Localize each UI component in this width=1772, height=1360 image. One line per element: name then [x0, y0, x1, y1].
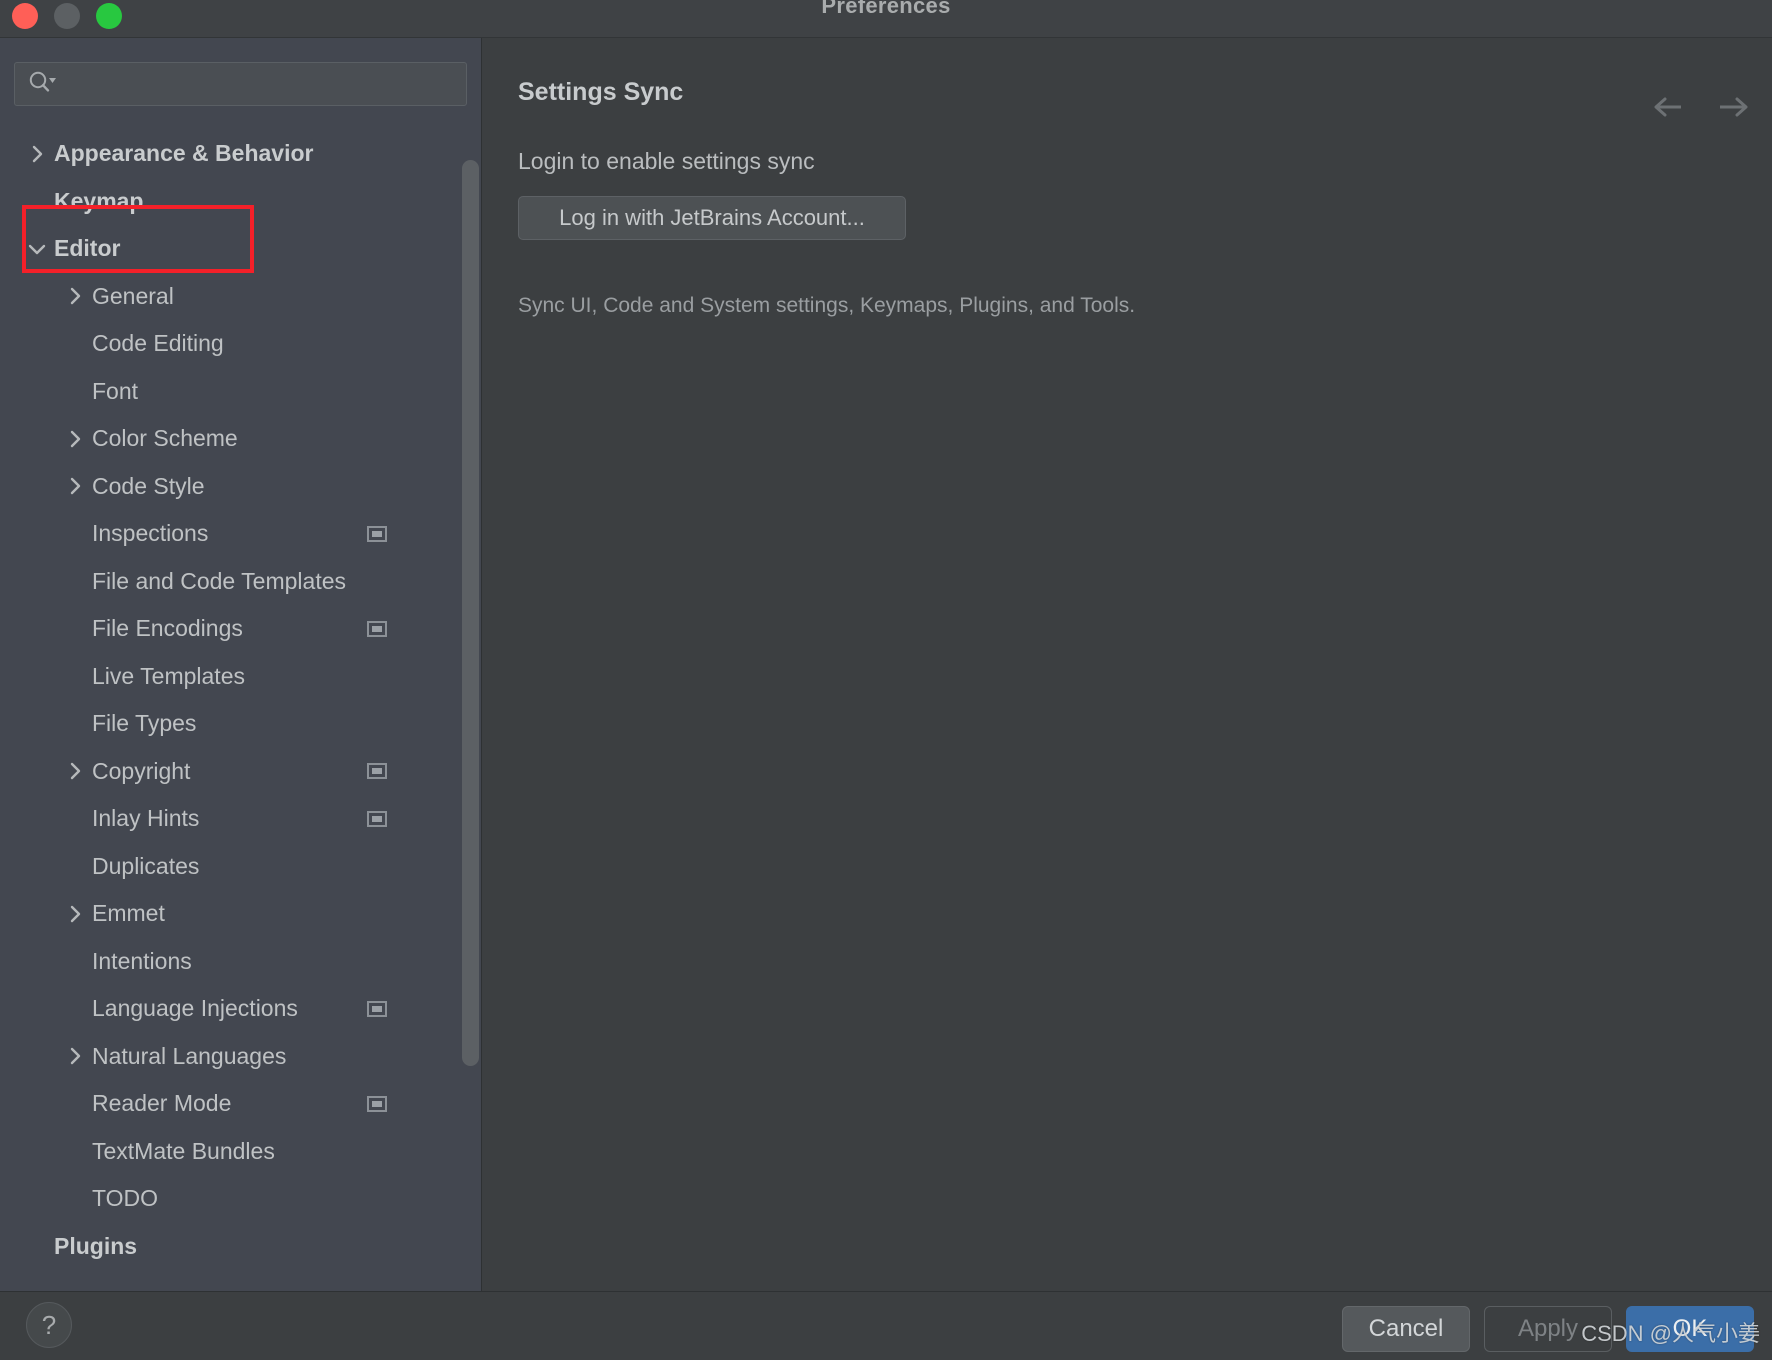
window-title: Preferences: [821, 0, 951, 18]
sync-description-text: Sync UI, Code and System settings, Keyma…: [518, 294, 1136, 317]
tree-item-todo[interactable]: TODO: [0, 1175, 481, 1223]
tree-item-file-types[interactable]: File Types: [0, 700, 481, 748]
chevron-right-icon[interactable]: [64, 475, 86, 497]
tree-item-keymap[interactable]: Keymap: [0, 178, 481, 226]
tree-item-label: Editor: [54, 235, 121, 262]
tree-item-textmate-bundles[interactable]: TextMate Bundles: [0, 1128, 481, 1176]
tree-item-intentions[interactable]: Intentions: [0, 938, 481, 986]
project-scope-icon: [367, 1095, 387, 1112]
apply-button[interactable]: Apply: [1484, 1306, 1612, 1352]
tree-item-duplicates[interactable]: Duplicates: [0, 843, 481, 891]
tree-item-label: Reader Mode: [92, 1090, 232, 1117]
tree-item-label: Code Editing: [92, 330, 224, 357]
tree-item-label: Code Style: [92, 472, 205, 499]
tree-item-reader-mode[interactable]: Reader Mode: [0, 1080, 481, 1128]
chevron-right-icon[interactable]: [64, 428, 86, 450]
cancel-button[interactable]: Cancel: [1342, 1306, 1470, 1352]
tree-item-label: General: [92, 282, 174, 309]
login-prompt-text: Login to enable settings sync: [518, 148, 815, 174]
page-title: Settings Sync: [518, 78, 684, 106]
tree-item-label: Language Injections: [92, 995, 298, 1022]
tree-item-label: Emmet: [92, 900, 165, 927]
tree-item-live-templates[interactable]: Live Templates: [0, 653, 481, 701]
search-input[interactable]: [57, 74, 466, 94]
dialog-bottom-bar: ? Cancel Apply OK: [0, 1291, 1772, 1360]
tree-item-file-encodings[interactable]: File Encodings: [0, 605, 481, 653]
chevron-right-icon[interactable]: [26, 143, 48, 165]
tree-item-inlay-hints[interactable]: Inlay Hints: [0, 795, 481, 843]
sidebar-scrollbar[interactable]: [462, 160, 479, 1066]
tree-item-appearance-behavior[interactable]: Appearance & Behavior: [0, 130, 481, 178]
tree-item-label: Copyright: [92, 757, 191, 784]
tree-item-copyright[interactable]: Copyright: [0, 748, 481, 796]
chevron-right-icon[interactable]: [64, 285, 86, 307]
tree-item-color-scheme[interactable]: Color Scheme: [0, 415, 481, 463]
settings-detail-panel: Settings Sync Login to enable settings s…: [483, 38, 1772, 1291]
chevron-down-icon[interactable]: [26, 238, 48, 260]
chevron-right-icon[interactable]: [64, 903, 86, 925]
tree-item-label: Duplicates: [92, 852, 200, 879]
tree-item-language-injections[interactable]: Language Injections: [0, 985, 481, 1033]
preferences-dialog: Preferences Appearance & Behavior Keymap E…: [0, 0, 1772, 1360]
tree-item-label: Color Scheme: [92, 425, 238, 452]
tree-item-label: File Encodings: [92, 615, 243, 642]
search-icon: [27, 70, 57, 99]
ok-button[interactable]: OK: [1626, 1306, 1754, 1352]
settings-sidebar: Appearance & Behavior Keymap Editor General…: [0, 38, 482, 1291]
settings-tree[interactable]: Appearance & Behavior Keymap Editor General…: [0, 130, 481, 1290]
tree-item-natural-languages[interactable]: Natural Languages: [0, 1033, 481, 1081]
tree-item-label: Live Templates: [92, 662, 245, 689]
tree-item-label: TODO: [92, 1185, 159, 1212]
nav-arrows: [1650, 90, 1752, 124]
tree-item-label: Inlay Hints: [92, 805, 200, 832]
tree-item-editor[interactable]: Editor: [0, 225, 481, 273]
project-scope-icon: [367, 525, 387, 542]
project-scope-icon: [367, 763, 387, 780]
tree-item-label: Keymap: [54, 187, 144, 214]
tree-item-label: Inspections: [92, 520, 209, 547]
tree-item-label: TextMate Bundles: [92, 1137, 275, 1164]
search-box[interactable]: [14, 62, 467, 106]
tree-item-general[interactable]: General: [0, 273, 481, 321]
tree-item-label: Intentions: [92, 947, 192, 974]
tree-item-code-style[interactable]: Code Style: [0, 463, 481, 511]
tree-item-code-editing[interactable]: Code Editing: [0, 320, 481, 368]
search-field-wrapper[interactable]: [14, 62, 467, 106]
tree-item-emmet[interactable]: Emmet: [0, 890, 481, 938]
tree-item-label: Appearance & Behavior: [54, 140, 314, 167]
titlebar: Preferences: [0, 0, 1772, 38]
arrow-left-icon[interactable]: [1650, 90, 1688, 124]
tree-item-font[interactable]: Font: [0, 368, 481, 416]
arrow-right-icon[interactable]: [1714, 90, 1752, 124]
chevron-right-icon[interactable]: [64, 1045, 86, 1067]
tree-item-plugins[interactable]: Plugins: [0, 1223, 481, 1271]
tree-item-file-and-code-templates[interactable]: File and Code Templates: [0, 558, 481, 606]
project-scope-icon: [367, 810, 387, 827]
tree-item-inspections[interactable]: Inspections: [0, 510, 481, 558]
project-scope-icon: [367, 1000, 387, 1017]
tree-item-label: File and Code Templates: [92, 567, 346, 594]
project-scope-icon: [367, 620, 387, 637]
dialog-buttons: Cancel Apply OK: [1342, 1306, 1754, 1352]
tree-item-label: Font: [92, 377, 139, 404]
login-jetbrains-account-button[interactable]: Log in with JetBrains Account...: [518, 196, 906, 240]
tree-item-label: Plugins: [54, 1232, 138, 1259]
tree-item-label: Natural Languages: [92, 1042, 287, 1069]
tree-item-label: File Types: [92, 710, 197, 737]
help-button[interactable]: ?: [26, 1302, 72, 1348]
chevron-right-icon[interactable]: [64, 760, 86, 782]
